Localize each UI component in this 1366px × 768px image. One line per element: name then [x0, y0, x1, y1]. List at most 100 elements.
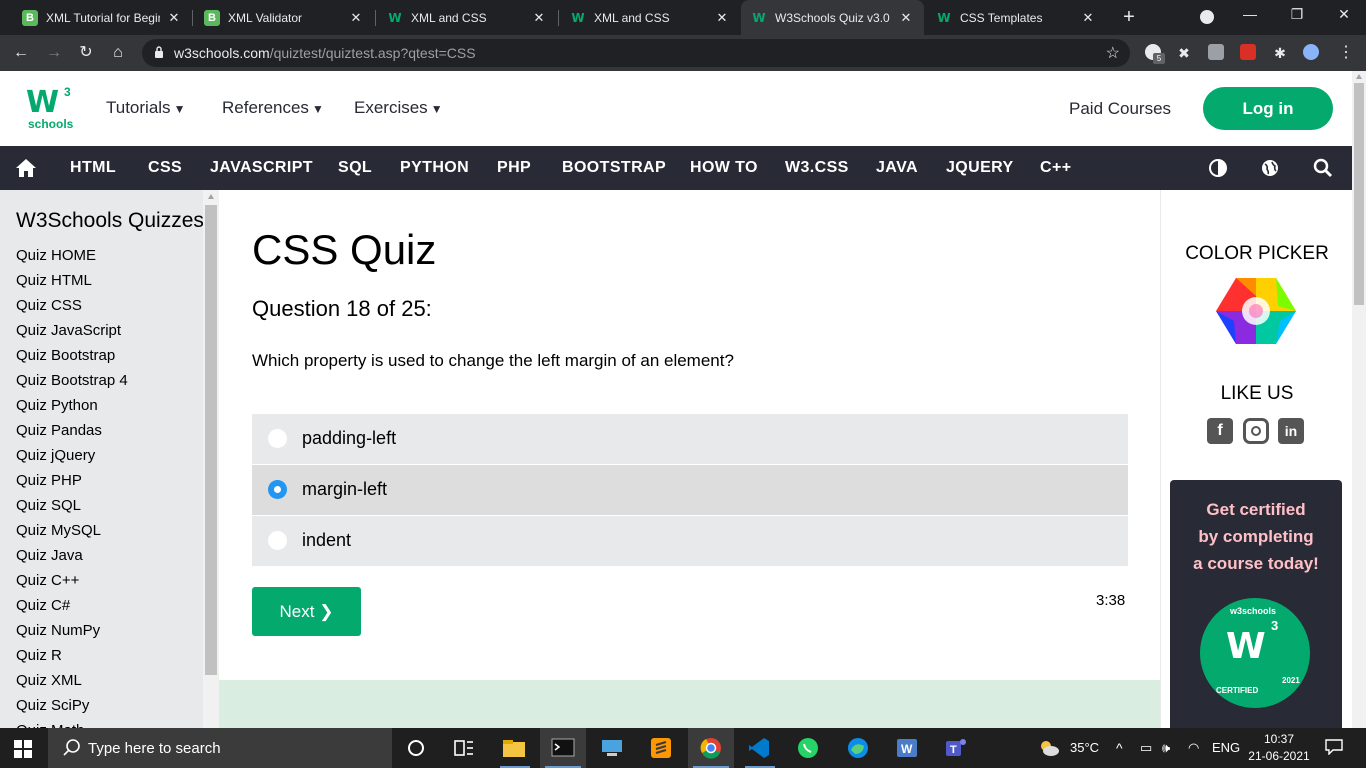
answer-option-selected[interactable]: margin-left	[252, 465, 1128, 515]
radio-button-checked[interactable]	[268, 480, 287, 499]
answer-option[interactable]: padding-left	[252, 414, 1128, 464]
bookmark-star-icon[interactable]: ☆	[1106, 43, 1120, 63]
teams-icon[interactable]: T	[943, 736, 969, 760]
sublime-text-icon[interactable]	[648, 736, 674, 760]
sidebar-item-quiz-css[interactable]: Quiz CSS	[16, 293, 128, 318]
vscode-icon[interactable]	[746, 736, 772, 760]
close-window-icon[interactable]: ✕	[1334, 6, 1354, 23]
nav-w3css[interactable]: W3.CSS	[785, 159, 849, 177]
wifi-icon[interactable]: ◠	[1188, 740, 1199, 756]
nav-css[interactable]: CSS	[148, 159, 182, 177]
nav-bootstrap[interactable]: BOOTSTRAP	[562, 159, 666, 177]
volume-icon[interactable]: 🕪	[1162, 740, 1170, 756]
menu-dots-icon[interactable]: ⋮	[1336, 43, 1356, 63]
tab-search-icon[interactable]	[1200, 10, 1214, 24]
scroll-up-arrow-icon[interactable]	[1356, 74, 1362, 79]
answer-option[interactable]: indent	[252, 516, 1128, 566]
nav-howto[interactable]: HOW TO	[690, 159, 758, 177]
taskbar-search[interactable]: Type here to search	[48, 728, 392, 768]
close-tab-icon[interactable]: ✕	[898, 10, 914, 26]
new-tab-button[interactable]: +	[1117, 6, 1141, 30]
nav-python[interactable]: PYTHON	[400, 159, 469, 177]
next-button[interactable]: Next ❯	[252, 587, 361, 636]
nav-php[interactable]: PHP	[497, 159, 531, 177]
radio-button[interactable]	[268, 531, 287, 550]
word-icon[interactable]: W	[894, 736, 920, 760]
sidebar-item-quiz-home[interactable]: Quiz HOME	[16, 243, 128, 268]
computer-icon[interactable]	[599, 736, 625, 760]
clock[interactable]: 10:37 21-06-2021	[1248, 731, 1310, 765]
forward-arrow-icon[interactable]: →	[44, 43, 64, 63]
nav-java[interactable]: JAVA	[876, 159, 918, 177]
back-arrow-icon[interactable]: ←	[11, 43, 31, 63]
task-view-icon[interactable]	[451, 736, 477, 760]
weather-icon[interactable]	[1036, 736, 1062, 760]
close-tab-icon[interactable]: ✕	[714, 10, 730, 26]
show-hidden-icons-icon[interactable]: ^	[1116, 740, 1123, 756]
windows-start-icon[interactable]	[14, 740, 32, 758]
browser-tab[interactable]: W CSS Templates ✕	[926, 0, 1106, 35]
nav-html[interactable]: HTML	[70, 159, 116, 177]
battery-icon[interactable]: ▭	[1140, 740, 1152, 756]
sidebar-scrollbar[interactable]	[203, 190, 219, 728]
instagram-icon[interactable]	[1243, 418, 1269, 444]
menu-tutorials[interactable]: Tutorials ▼	[106, 98, 185, 118]
home-icon[interactable]	[15, 158, 37, 178]
sidebar-item-quiz-python[interactable]: Quiz Python	[16, 393, 128, 418]
scrollbar-thumb[interactable]	[205, 205, 217, 675]
sidebar-item-quiz-cpp[interactable]: Quiz C++	[16, 568, 128, 593]
browser-tab[interactable]: B XML Tutorial for Beginn ✕	[12, 0, 192, 35]
sidebar-item-quiz-sql[interactable]: Quiz SQL	[16, 493, 128, 518]
extension-red-icon[interactable]	[1240, 44, 1256, 60]
scroll-up-arrow-icon[interactable]	[208, 194, 214, 199]
menu-references[interactable]: References ▼	[222, 98, 324, 118]
whatsapp-icon[interactable]	[795, 736, 821, 760]
edge-icon[interactable]	[845, 736, 871, 760]
sidebar-item-quiz-xml[interactable]: Quiz XML	[16, 668, 128, 693]
sidebar-item-quiz-r[interactable]: Quiz R	[16, 643, 128, 668]
taskbar-chrome-active[interactable]	[688, 728, 734, 768]
close-tab-icon[interactable]: ✕	[348, 10, 364, 26]
sidebar-item-quiz-scipy[interactable]: Quiz SciPy	[16, 693, 128, 718]
color-picker-heading[interactable]: COLOR PICKER	[1161, 243, 1353, 265]
paid-courses-link[interactable]: Paid Courses	[1069, 99, 1171, 119]
sidebar-item-quiz-bootstrap[interactable]: Quiz Bootstrap	[16, 343, 128, 368]
sidebar-item-quiz-math[interactable]: Quiz Math	[16, 718, 128, 728]
extension-icon[interactable]	[1208, 44, 1224, 60]
sidebar-item-quiz-java[interactable]: Quiz Java	[16, 543, 128, 568]
sidebar-item-quiz-html[interactable]: Quiz HTML	[16, 268, 128, 293]
notifications-icon[interactable]	[1325, 739, 1343, 755]
nav-jquery[interactable]: JQUERY	[946, 159, 1014, 177]
sidebar-item-quiz-jquery[interactable]: Quiz jQuery	[16, 443, 128, 468]
nav-sql[interactable]: SQL	[338, 159, 372, 177]
browser-tab[interactable]: W XML and CSS ✕	[560, 0, 740, 35]
weather-temp[interactable]: 35°C	[1070, 740, 1099, 755]
nav-javascript[interactable]: JAVASCRIPT	[210, 159, 313, 177]
contrast-icon[interactable]	[1208, 158, 1228, 178]
login-button[interactable]: Log in	[1203, 87, 1333, 130]
radio-button[interactable]	[268, 429, 287, 448]
language-indicator[interactable]: ENG	[1212, 740, 1240, 755]
facebook-icon[interactable]: f	[1207, 418, 1233, 444]
file-explorer-icon[interactable]	[501, 736, 527, 760]
nav-cpp[interactable]: C++	[1040, 159, 1071, 177]
browser-tab[interactable]: B XML Validator ✕	[194, 0, 374, 35]
sidebar-item-quiz-mysql[interactable]: Quiz MySQL	[16, 518, 128, 543]
address-bar[interactable]: w3schools.com/quiztest/quiztest.asp?qtes…	[142, 39, 1130, 67]
browser-tab-active[interactable]: W W3Schools Quiz v3.0 ✕	[741, 0, 924, 35]
color-picker-icon[interactable]	[1216, 276, 1296, 346]
scrollbar-thumb[interactable]	[1354, 83, 1364, 305]
close-tab-icon[interactable]: ✕	[531, 10, 547, 26]
reload-icon[interactable]: ↻	[76, 43, 96, 63]
minimize-icon[interactable]: —	[1240, 6, 1260, 22]
sidebar-item-quiz-csharp[interactable]: Quiz C#	[16, 593, 128, 618]
cortana-icon[interactable]	[403, 736, 429, 760]
sidebar-item-quiz-javascript[interactable]: Quiz JavaScript	[16, 318, 128, 343]
mute-icon[interactable]: ✖	[1174, 43, 1194, 63]
w3schools-logo[interactable]: W 3 schools	[26, 85, 78, 133]
linkedin-icon[interactable]: in	[1278, 418, 1304, 444]
browser-tab[interactable]: W XML and CSS ✕	[377, 0, 557, 35]
menu-exercises[interactable]: Exercises ▼	[354, 98, 443, 118]
taskbar-app-active[interactable]	[540, 728, 586, 768]
home-icon[interactable]: ⌂	[108, 43, 128, 63]
